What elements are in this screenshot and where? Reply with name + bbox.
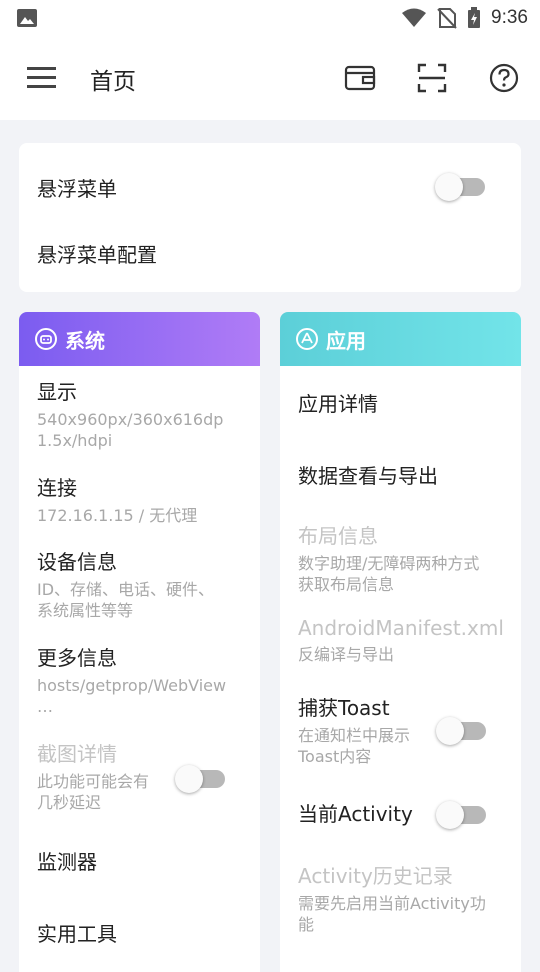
activity-history-item: Activity历史记录 需要先启用当前Activity功 能 [298, 860, 507, 935]
page-title: 首页 [90, 69, 136, 95]
app-store-icon [296, 328, 318, 350]
android-icon [35, 328, 57, 350]
system-header: 系统 [19, 312, 260, 366]
status-bar: 9:36 [0, 0, 540, 36]
capture-toast-toggle[interactable] [436, 716, 488, 745]
apps-header: 应用 [280, 312, 521, 366]
display-subtitle: 540x960px/360x616dp 1.5x/hdpi [37, 410, 224, 450]
connection-subtitle: 172.16.1.15 / 无代理 [37, 506, 198, 525]
app-detail-item[interactable]: 应用详情 [298, 388, 507, 417]
current-activity-toggle[interactable] [436, 800, 488, 829]
system-header-label: 系统 [65, 328, 105, 353]
manifest-subtitle: 反编译与导出 [298, 645, 395, 664]
manifest-title: AndroidManifest.xml [298, 616, 504, 640]
more-info-title: 更多信息 [37, 646, 117, 670]
screenshot-detail-title: 截图详情 [37, 742, 117, 766]
device-info-subtitle: ID、存储、电话、硬件、 系统属性等等 [37, 580, 215, 620]
layout-info-title: 布局信息 [298, 524, 378, 548]
image-notification-icon [17, 9, 37, 27]
wallet-icon[interactable] [342, 60, 378, 96]
screenshot-detail-toggle[interactable] [175, 764, 227, 793]
system-card: 系统 显示 540x960px/360x616dp 1.5x/hdpi 连接 1… [19, 312, 260, 972]
help-icon[interactable] [486, 60, 522, 96]
data-view-item[interactable]: 数据查看与导出 [298, 460, 507, 489]
app-toolbar: 首页 [0, 36, 540, 120]
activity-history-title: Activity历史记录 [298, 864, 453, 888]
display-item[interactable]: 显示 540x960px/360x616dp 1.5x/hdpi [37, 376, 246, 451]
layout-info-subtitle: 数字助理/无障碍两种方式 获取布局信息 [298, 554, 480, 594]
clock: 9:36 [491, 7, 528, 28]
floating-menu-toggle[interactable] [435, 172, 487, 201]
app-detail-title: 应用详情 [298, 392, 378, 416]
display-title: 显示 [37, 380, 77, 404]
scan-icon[interactable] [414, 60, 450, 96]
connection-item[interactable]: 连接 172.16.1.15 / 无代理 [37, 472, 246, 526]
monitor-title: 监测器 [37, 850, 97, 874]
more-info-subtitle: hosts/getprop/WebView … [37, 676, 227, 716]
wifi-icon [402, 8, 427, 27]
apps-header-label: 应用 [326, 328, 366, 353]
tools-title: 实用工具 [37, 922, 117, 946]
device-info-item[interactable]: 设备信息 ID、存储、电话、硬件、 系统属性等等 [37, 546, 246, 621]
monitor-item[interactable]: 监测器 [37, 846, 246, 875]
floating-menu-label: 悬浮菜单 [37, 177, 117, 201]
battery-charging-icon [468, 7, 481, 28]
floating-menu-config-item[interactable]: 悬浮菜单配置 [37, 239, 157, 268]
activity-history-subtitle: 需要先启用当前Activity功 能 [298, 894, 486, 934]
layout-info-item: 布局信息 数字助理/无障碍两种方式 获取布局信息 [298, 520, 507, 595]
menu-icon[interactable] [22, 60, 62, 96]
floating-menu-card: 悬浮菜单 悬浮菜单配置 [19, 143, 521, 292]
more-info-item[interactable]: 更多信息 hosts/getprop/WebView … [37, 642, 246, 717]
no-sim-icon [437, 8, 457, 29]
apps-card: 应用 应用详情 数据查看与导出 布局信息 数字助理/无障碍两种方式 获取布局信息… [280, 312, 521, 972]
device-info-title: 设备信息 [37, 550, 117, 574]
manifest-item: AndroidManifest.xml 反编译与导出 [298, 616, 507, 665]
data-view-title: 数据查看与导出 [298, 464, 438, 488]
tools-item[interactable]: 实用工具 [37, 918, 246, 947]
connection-title: 连接 [37, 476, 77, 500]
